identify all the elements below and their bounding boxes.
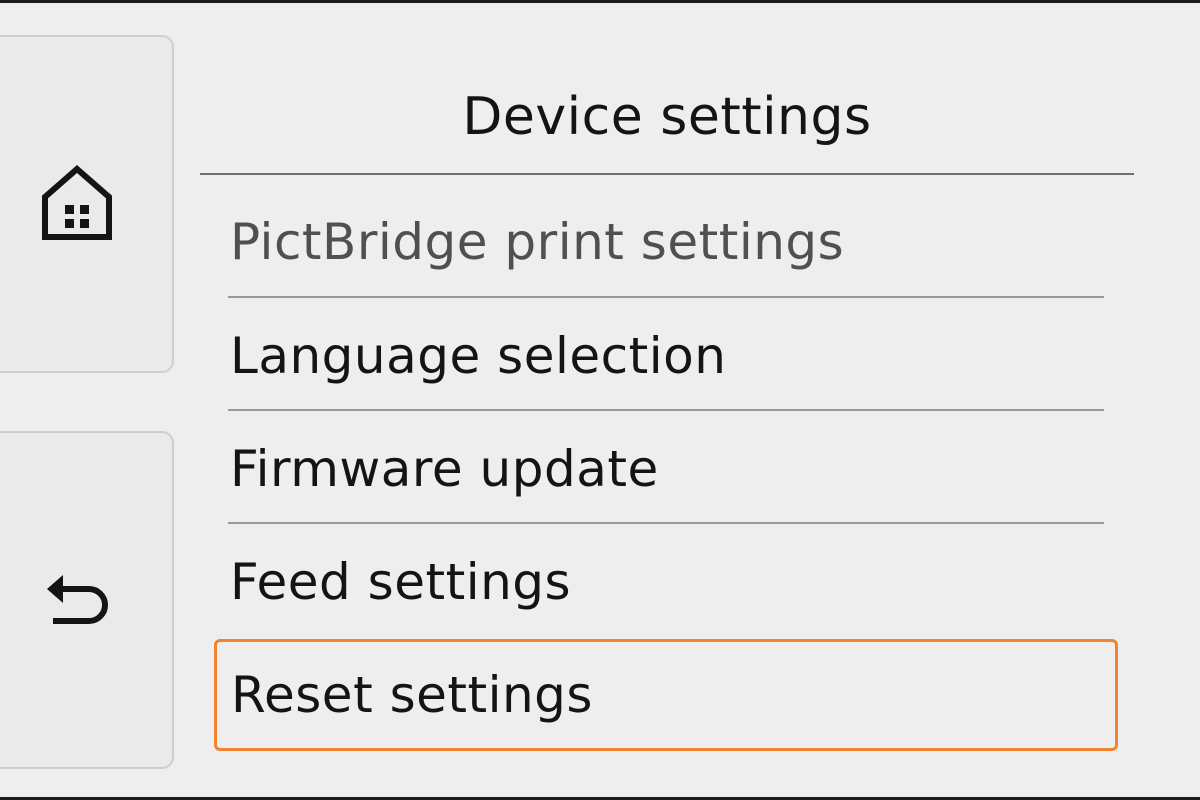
home-icon xyxy=(42,165,112,240)
menu-item-feed-settings[interactable]: Feed settings xyxy=(228,526,1104,638)
back-button[interactable] xyxy=(0,431,174,769)
menu-item-pictbridge-print-settings[interactable]: PictBridge print settings xyxy=(228,186,1104,298)
menu-divider xyxy=(228,296,1104,298)
back-icon xyxy=(47,575,108,624)
menu-divider xyxy=(228,522,1104,524)
home-button[interactable] xyxy=(0,35,174,373)
menu-item-reset-settings[interactable]: Reset settings xyxy=(214,639,1118,751)
menu-divider xyxy=(228,409,1104,411)
menu-item-language-selection[interactable]: Language selection xyxy=(228,300,1104,412)
menu-item-firmware-update[interactable]: Firmware update xyxy=(228,413,1104,525)
title-divider xyxy=(200,173,1134,175)
device-settings-screen: Device settings PictBridge print setting… xyxy=(0,0,1200,800)
page-title: Device settings xyxy=(462,87,872,147)
